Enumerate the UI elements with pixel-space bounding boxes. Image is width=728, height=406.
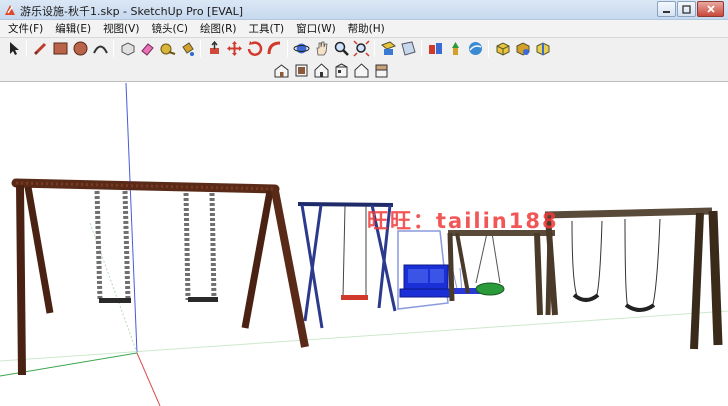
zoom-icon [334,41,349,56]
rotate-tool[interactable] [244,39,264,58]
toolbar-separator [26,40,27,57]
zoom-extents-icon [352,40,370,57]
toolbar-separator [374,40,375,57]
minimize-icon [663,10,670,13]
move-icon [226,41,242,56]
circle-icon [73,41,87,56]
section-fill-icon [400,41,416,56]
circle-tool[interactable] [70,39,90,58]
arc-icon [92,45,108,54]
warehouse-tool[interactable] [465,39,485,58]
share-model-icon [451,42,459,55]
select-icon [9,42,19,55]
move-tool[interactable] [224,39,244,58]
layout-tool[interactable] [532,39,552,58]
menu-window[interactable]: 窗口(W) [290,21,342,36]
window-title: 游乐设施-秋千1.skp - SketchUp Pro [EVAL] [20,5,244,18]
paint-bucket-icon [181,42,194,56]
pan-tool[interactable] [311,39,331,58]
front-view-button[interactable] [311,61,331,80]
pencil-tool[interactable] [30,39,50,58]
menu-file[interactable]: 文件(F) [2,21,49,36]
orbit-icon [293,43,309,54]
left-view-button[interactable] [371,61,391,80]
menu-camera[interactable]: 镜头(C) [145,21,194,36]
left-view-icon [375,64,387,78]
pan-icon [316,41,327,56]
top-view-icon [295,64,307,77]
push-pull-tool[interactable] [204,39,224,58]
front-view-icon [314,63,328,78]
title-bar: 游乐设施-秋千1.skp - SketchUp Pro [EVAL] [0,0,728,20]
minimize-button[interactable] [657,1,676,17]
window-controls [657,1,724,17]
main-toolbar [0,38,728,59]
toolbar-separator [113,40,114,57]
component-icon [496,42,509,56]
wooden-swing-set[interactable] [11,178,309,376]
toolbar-separator [287,40,288,57]
menu-view[interactable]: 视图(V) [97,21,145,36]
maximize-icon [682,4,691,14]
menu-bar: 文件(F) 编辑(E) 视图(V) 镜头(C) 绘图(R) 工具(T) 窗口(W… [0,20,728,38]
pencil-icon [33,42,46,56]
tape-measure-tool[interactable] [157,39,177,58]
menu-draw[interactable]: 绘图(R) [194,21,243,36]
section-plane-tool[interactable] [378,39,398,58]
make-component-tool[interactable] [117,39,137,58]
iso-view-button[interactable] [271,61,291,80]
red-axis [136,352,161,406]
tape-measure-icon [160,43,175,55]
extension-warehouse-icon [516,42,529,56]
arc-tool[interactable] [90,39,110,58]
layout-icon [536,42,549,56]
orbit-tool[interactable] [291,39,311,58]
menu-help[interactable]: 帮助(H) [342,21,391,36]
views-toolbar-group [271,61,391,80]
eraser-tool[interactable] [137,39,157,58]
eraser-icon [140,43,154,56]
zoom-tool[interactable] [331,39,351,58]
maximize-button[interactable] [677,1,696,17]
section-fill-tool[interactable] [398,39,418,58]
component-tool[interactable] [492,39,512,58]
back-view-button[interactable] [351,61,371,80]
top-view-button[interactable] [291,61,311,80]
swing-scene [0,83,728,406]
toolbar-separator [421,40,422,57]
views-toolbar [0,59,728,82]
make-component-icon [121,42,134,56]
zoom-extents-tool[interactable] [351,39,371,58]
warehouse-icon [468,42,482,55]
get-models-icon [428,43,442,54]
section-plane-icon [380,41,396,55]
sketchup-app-icon[interactable] [3,3,17,17]
toolbar-separator [200,40,201,57]
extension-warehouse-tool[interactable] [512,39,532,58]
select-tool[interactable] [3,39,23,58]
follow-me-tool[interactable] [264,39,284,58]
share-model-tool[interactable] [445,39,465,58]
rectangle-tool[interactable] [50,39,70,58]
get-models-tool[interactable] [425,39,445,58]
follow-me-icon [267,41,280,55]
paint-bucket-tool[interactable] [177,39,197,58]
model-viewport[interactable]: 旺旺：tailin188 [0,83,728,406]
back-view-icon [354,63,368,78]
close-icon [706,5,715,13]
watermark-text: 旺旺：tailin188 [367,209,559,233]
close-button[interactable] [697,1,724,17]
rotate-icon [247,41,262,56]
rectangle-icon [53,42,67,55]
menu-tools[interactable]: 工具(T) [242,21,290,36]
push-pull-icon [209,40,219,54]
right-view-button[interactable] [331,61,351,80]
ground-line [0,310,728,362]
toolbar-separator [488,40,489,57]
iso-view-icon [274,64,288,78]
right-view-icon [335,63,347,78]
menu-edit[interactable]: 编辑(E) [49,21,97,36]
